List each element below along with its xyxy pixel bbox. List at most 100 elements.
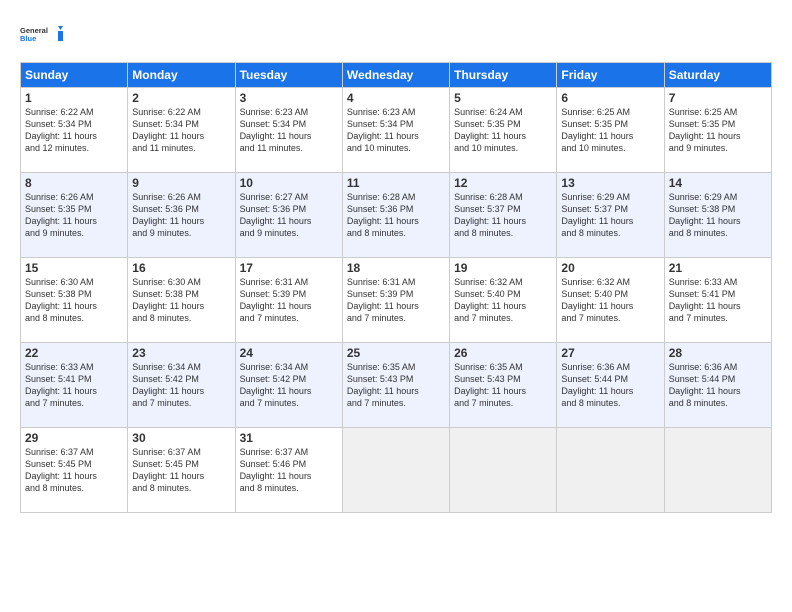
calendar-cell-w4-d4: 25Sunrise: 6:35 AMSunset: 5:43 PMDayligh…	[342, 343, 449, 428]
logo: General Blue	[20, 16, 64, 52]
header-thursday: Thursday	[450, 63, 557, 88]
day-details: Sunrise: 6:29 AMSunset: 5:38 PMDaylight:…	[669, 191, 767, 240]
day-number: 18	[347, 261, 445, 275]
calendar-cell-w5-d3: 31Sunrise: 6:37 AMSunset: 5:46 PMDayligh…	[235, 428, 342, 513]
day-details: Sunrise: 6:24 AMSunset: 5:35 PMDaylight:…	[454, 106, 552, 155]
day-details: Sunrise: 6:23 AMSunset: 5:34 PMDaylight:…	[240, 106, 338, 155]
calendar-cell-w2-d6: 13Sunrise: 6:29 AMSunset: 5:37 PMDayligh…	[557, 173, 664, 258]
header-tuesday: Tuesday	[235, 63, 342, 88]
calendar-cell-w5-d5	[450, 428, 557, 513]
calendar-cell-w3-d3: 17Sunrise: 6:31 AMSunset: 5:39 PMDayligh…	[235, 258, 342, 343]
day-details: Sunrise: 6:36 AMSunset: 5:44 PMDaylight:…	[669, 361, 767, 410]
calendar-cell-w3-d6: 20Sunrise: 6:32 AMSunset: 5:40 PMDayligh…	[557, 258, 664, 343]
day-number: 9	[132, 176, 230, 190]
header-friday: Friday	[557, 63, 664, 88]
day-details: Sunrise: 6:31 AMSunset: 5:39 PMDaylight:…	[240, 276, 338, 325]
header-wednesday: Wednesday	[342, 63, 449, 88]
calendar-cell-w2-d5: 12Sunrise: 6:28 AMSunset: 5:37 PMDayligh…	[450, 173, 557, 258]
day-number: 31	[240, 431, 338, 445]
day-details: Sunrise: 6:30 AMSunset: 5:38 PMDaylight:…	[25, 276, 123, 325]
calendar-cell-w1-d1: 1Sunrise: 6:22 AMSunset: 5:34 PMDaylight…	[21, 88, 128, 173]
day-details: Sunrise: 6:25 AMSunset: 5:35 PMDaylight:…	[669, 106, 767, 155]
day-number: 22	[25, 346, 123, 360]
day-number: 10	[240, 176, 338, 190]
day-details: Sunrise: 6:36 AMSunset: 5:44 PMDaylight:…	[561, 361, 659, 410]
day-number: 28	[669, 346, 767, 360]
calendar-table: SundayMondayTuesdayWednesdayThursdayFrid…	[20, 62, 772, 513]
day-number: 16	[132, 261, 230, 275]
day-details: Sunrise: 6:25 AMSunset: 5:35 PMDaylight:…	[561, 106, 659, 155]
calendar-cell-w5-d7	[664, 428, 771, 513]
calendar-cell-w2-d4: 11Sunrise: 6:28 AMSunset: 5:36 PMDayligh…	[342, 173, 449, 258]
calendar-cell-w3-d4: 18Sunrise: 6:31 AMSunset: 5:39 PMDayligh…	[342, 258, 449, 343]
day-number: 17	[240, 261, 338, 275]
day-number: 8	[25, 176, 123, 190]
day-number: 26	[454, 346, 552, 360]
day-number: 13	[561, 176, 659, 190]
day-details: Sunrise: 6:28 AMSunset: 5:37 PMDaylight:…	[454, 191, 552, 240]
day-details: Sunrise: 6:37 AMSunset: 5:45 PMDaylight:…	[132, 446, 230, 495]
day-details: Sunrise: 6:34 AMSunset: 5:42 PMDaylight:…	[132, 361, 230, 410]
day-number: 7	[669, 91, 767, 105]
day-number: 3	[240, 91, 338, 105]
calendar-cell-w4-d5: 26Sunrise: 6:35 AMSunset: 5:43 PMDayligh…	[450, 343, 557, 428]
day-details: Sunrise: 6:33 AMSunset: 5:41 PMDaylight:…	[669, 276, 767, 325]
day-number: 2	[132, 91, 230, 105]
week-row-2: 8Sunrise: 6:26 AMSunset: 5:35 PMDaylight…	[21, 173, 772, 258]
day-number: 14	[669, 176, 767, 190]
calendar-cell-w5-d1: 29Sunrise: 6:37 AMSunset: 5:45 PMDayligh…	[21, 428, 128, 513]
calendar-cell-w4-d3: 24Sunrise: 6:34 AMSunset: 5:42 PMDayligh…	[235, 343, 342, 428]
day-number: 24	[240, 346, 338, 360]
calendar-cell-w5-d6	[557, 428, 664, 513]
day-details: Sunrise: 6:23 AMSunset: 5:34 PMDaylight:…	[347, 106, 445, 155]
calendar-cell-w4-d6: 27Sunrise: 6:36 AMSunset: 5:44 PMDayligh…	[557, 343, 664, 428]
week-row-1: 1Sunrise: 6:22 AMSunset: 5:34 PMDaylight…	[21, 88, 772, 173]
day-number: 25	[347, 346, 445, 360]
calendar-cell-w3-d2: 16Sunrise: 6:30 AMSunset: 5:38 PMDayligh…	[128, 258, 235, 343]
day-number: 11	[347, 176, 445, 190]
calendar-cell-w1-d4: 4Sunrise: 6:23 AMSunset: 5:34 PMDaylight…	[342, 88, 449, 173]
calendar-cell-w4-d1: 22Sunrise: 6:33 AMSunset: 5:41 PMDayligh…	[21, 343, 128, 428]
calendar-cell-w3-d1: 15Sunrise: 6:30 AMSunset: 5:38 PMDayligh…	[21, 258, 128, 343]
calendar-cell-w2-d2: 9Sunrise: 6:26 AMSunset: 5:36 PMDaylight…	[128, 173, 235, 258]
calendar-cell-w1-d2: 2Sunrise: 6:22 AMSunset: 5:34 PMDaylight…	[128, 88, 235, 173]
calendar-cell-w2-d3: 10Sunrise: 6:27 AMSunset: 5:36 PMDayligh…	[235, 173, 342, 258]
week-row-5: 29Sunrise: 6:37 AMSunset: 5:45 PMDayligh…	[21, 428, 772, 513]
week-row-3: 15Sunrise: 6:30 AMSunset: 5:38 PMDayligh…	[21, 258, 772, 343]
day-number: 21	[669, 261, 767, 275]
day-number: 30	[132, 431, 230, 445]
calendar-cell-w1-d3: 3Sunrise: 6:23 AMSunset: 5:34 PMDaylight…	[235, 88, 342, 173]
header-monday: Monday	[128, 63, 235, 88]
calendar-cell-w3-d5: 19Sunrise: 6:32 AMSunset: 5:40 PMDayligh…	[450, 258, 557, 343]
calendar-cell-w1-d7: 7Sunrise: 6:25 AMSunset: 5:35 PMDaylight…	[664, 88, 771, 173]
calendar-cell-w2-d1: 8Sunrise: 6:26 AMSunset: 5:35 PMDaylight…	[21, 173, 128, 258]
calendar-cell-w3-d7: 21Sunrise: 6:33 AMSunset: 5:41 PMDayligh…	[664, 258, 771, 343]
day-details: Sunrise: 6:37 AMSunset: 5:46 PMDaylight:…	[240, 446, 338, 495]
day-number: 1	[25, 91, 123, 105]
day-details: Sunrise: 6:33 AMSunset: 5:41 PMDaylight:…	[25, 361, 123, 410]
svg-text:Blue: Blue	[20, 34, 36, 43]
day-number: 27	[561, 346, 659, 360]
day-details: Sunrise: 6:31 AMSunset: 5:39 PMDaylight:…	[347, 276, 445, 325]
day-details: Sunrise: 6:28 AMSunset: 5:36 PMDaylight:…	[347, 191, 445, 240]
day-details: Sunrise: 6:22 AMSunset: 5:34 PMDaylight:…	[132, 106, 230, 155]
day-details: Sunrise: 6:32 AMSunset: 5:40 PMDaylight:…	[561, 276, 659, 325]
day-details: Sunrise: 6:37 AMSunset: 5:45 PMDaylight:…	[25, 446, 123, 495]
day-number: 20	[561, 261, 659, 275]
day-number: 29	[25, 431, 123, 445]
header: General Blue	[20, 16, 772, 52]
day-details: Sunrise: 6:22 AMSunset: 5:34 PMDaylight:…	[25, 106, 123, 155]
day-number: 6	[561, 91, 659, 105]
day-number: 15	[25, 261, 123, 275]
header-sunday: Sunday	[21, 63, 128, 88]
day-details: Sunrise: 6:34 AMSunset: 5:42 PMDaylight:…	[240, 361, 338, 410]
calendar-cell-w1-d5: 5Sunrise: 6:24 AMSunset: 5:35 PMDaylight…	[450, 88, 557, 173]
day-number: 23	[132, 346, 230, 360]
calendar-cell-w5-d2: 30Sunrise: 6:37 AMSunset: 5:45 PMDayligh…	[128, 428, 235, 513]
calendar-cell-w5-d4	[342, 428, 449, 513]
week-row-4: 22Sunrise: 6:33 AMSunset: 5:41 PMDayligh…	[21, 343, 772, 428]
calendar-header-row: SundayMondayTuesdayWednesdayThursdayFrid…	[21, 63, 772, 88]
logo-svg: General Blue	[20, 16, 64, 52]
day-details: Sunrise: 6:32 AMSunset: 5:40 PMDaylight:…	[454, 276, 552, 325]
day-details: Sunrise: 6:30 AMSunset: 5:38 PMDaylight:…	[132, 276, 230, 325]
